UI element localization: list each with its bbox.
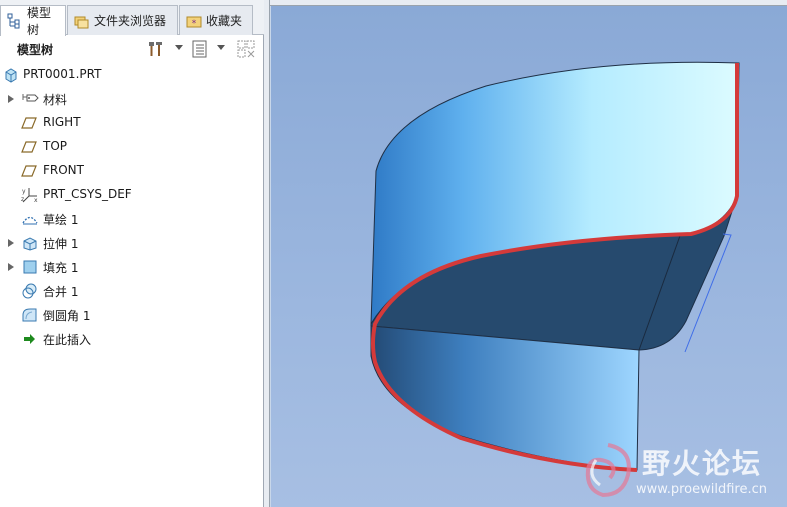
panel-tabs: 模型树 文件夹浏览器 * 收藏夹 <box>0 0 264 37</box>
tree-item-fill[interactable]: 填充 1 <box>0 256 262 278</box>
watermark-title: 野火论坛 <box>642 447 763 480</box>
tree-item-sketch[interactable]: 草绘 1 <box>0 208 262 230</box>
tab-model-tree[interactable]: 模型树 <box>0 5 66 37</box>
watermark-logo-icon <box>585 443 631 498</box>
svg-text:x: x <box>34 197 38 203</box>
tree-item-material[interactable]: 材料 <box>0 88 262 110</box>
tools-dropdown-arrow[interactable] <box>175 45 183 50</box>
folder-browser-icon <box>74 13 90 29</box>
tab-favorites[interactable]: * 收藏夹 <box>179 5 253 35</box>
model-tree-toolbar: 模型树 <box>0 36 264 62</box>
tab-label: 文件夹浏览器 <box>94 14 167 28</box>
watermark-url: www.proewildfire.cn <box>636 482 767 497</box>
coordinate-system-icon: y x z <box>21 187 39 204</box>
svg-text:y: y <box>22 188 26 195</box>
list-dropdown-arrow[interactable] <box>217 45 225 50</box>
panel-splitter[interactable] <box>264 0 270 507</box>
tree-item-label: RIGHT <box>43 115 81 129</box>
tree-item-label: TOP <box>43 139 68 153</box>
model-tree-icon <box>7 13 23 29</box>
tree-root[interactable]: PRT0001.PRT <box>0 64 262 86</box>
tree-item-insert-here[interactable]: 在此插入 <box>0 328 262 350</box>
expand-arrow-icon[interactable] <box>8 239 14 247</box>
tree-item-label: PRT_CSYS_DEF <box>43 187 132 201</box>
tree-item-csys[interactable]: y x z PRT_CSYS_DEF <box>0 184 262 206</box>
svg-text:z: z <box>21 196 24 203</box>
sketch-icon <box>21 211 39 227</box>
tree-item-label: 合并 1 <box>43 285 79 299</box>
tree-item-right[interactable]: RIGHT <box>0 112 262 134</box>
merge-icon <box>21 283 39 299</box>
tree-item-extrude[interactable]: 拉伸 1 <box>0 232 262 254</box>
tab-folder-browser[interactable]: 文件夹浏览器 <box>67 5 178 35</box>
graphics-viewport[interactable] <box>271 6 787 507</box>
tab-label: 模型树 <box>27 6 52 37</box>
tree-item-merge[interactable]: 合并 1 <box>0 280 262 302</box>
tree-item-round[interactable]: 倒圆角 1 <box>0 304 262 326</box>
datum-plane-icon <box>21 115 39 131</box>
material-tag-icon <box>21 91 39 107</box>
tree-item-label: FRONT <box>43 163 84 177</box>
tree-item-top[interactable]: TOP <box>0 136 262 158</box>
tools-icon[interactable] <box>146 39 166 59</box>
list-icon[interactable] <box>190 39 210 59</box>
svg-text:*: * <box>192 19 197 29</box>
extrude-icon <box>21 235 39 251</box>
round-icon <box>21 307 39 323</box>
part-icon <box>3 67 21 83</box>
insert-here-arrow-icon <box>21 331 39 347</box>
expand-arrow-icon[interactable] <box>8 263 14 271</box>
tree-item-label: 填充 1 <box>43 261 79 275</box>
filter-grid-icon[interactable] <box>236 39 256 59</box>
watermark: 野火论坛 www.proewildfire.cn <box>576 438 787 507</box>
datum-plane-icon <box>21 163 39 179</box>
tree-item-label: 在此插入 <box>43 333 92 347</box>
model-tree-panel: 模型树 文件夹浏览器 * 收藏夹 模型树 PRT0001.PRT 材料 RIGH… <box>0 0 264 507</box>
tree-item-label: 拉伸 1 <box>43 237 79 251</box>
tree-item-label: 倒圆角 1 <box>43 309 91 323</box>
expand-arrow-icon[interactable] <box>8 95 14 103</box>
model-render <box>370 61 740 472</box>
tree-item-front[interactable]: FRONT <box>0 160 262 182</box>
fill-icon <box>21 259 39 275</box>
toolbar-title: 模型树 <box>17 43 54 57</box>
tab-label: 收藏夹 <box>206 14 243 28</box>
datum-plane-icon <box>21 139 39 155</box>
favorites-icon: * <box>186 13 202 29</box>
tree-root-label: PRT0001.PRT <box>23 67 102 81</box>
tree-item-label: 草绘 1 <box>43 213 79 227</box>
tree-item-label: 材料 <box>43 93 68 107</box>
